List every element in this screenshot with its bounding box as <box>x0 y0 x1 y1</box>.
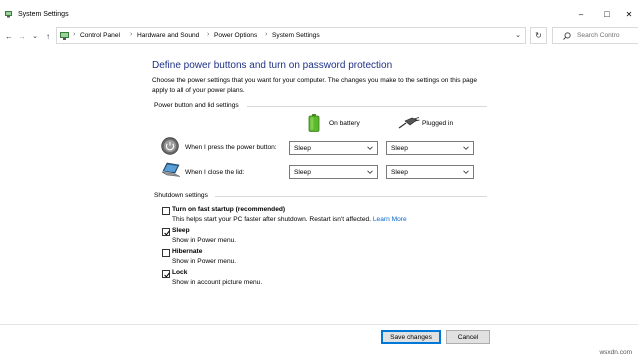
plug-icon <box>398 117 420 129</box>
power-button-on-battery-select[interactable]: Sleep <box>289 141 378 155</box>
search-icon <box>563 32 571 40</box>
chevron-down-icon <box>463 170 469 174</box>
back-button[interactable]: ← <box>3 30 15 42</box>
back-arrow-icon: ← <box>5 31 13 41</box>
checkmark-icon <box>163 230 170 236</box>
chevron-down-icon <box>367 170 373 174</box>
chevron-down-icon <box>463 146 469 150</box>
control-panel-icon <box>60 32 69 40</box>
hibernate-label[interactable]: Hibernate <box>172 248 202 255</box>
on-battery-header: On battery <box>329 120 360 127</box>
refresh-icon: ↻ <box>535 31 542 40</box>
page-description: Choose the power settings that you want … <box>152 77 477 94</box>
address-bar[interactable]: › Control Panel › Hardware and Sound › P… <box>56 27 526 44</box>
fast-startup-description-text: This helps start your PC faster after sh… <box>172 216 372 223</box>
plugged-in-header: Plugged in <box>422 120 454 127</box>
lid-close-plugged-in-select[interactable]: Sleep <box>386 165 474 179</box>
lid-close-on-battery-select[interactable]: Sleep <box>289 165 378 179</box>
fast-startup-description: This helps start your PC faster after sh… <box>172 216 407 223</box>
search-box[interactable]: Search Contro <box>552 27 638 44</box>
breadcrumb-separator: › <box>265 31 268 38</box>
hibernate-description: Show in Power menu. <box>172 258 237 265</box>
select-value: Sleep <box>391 144 408 152</box>
select-value: Sleep <box>391 168 408 176</box>
fast-startup-checkbox[interactable] <box>162 207 170 215</box>
breadcrumb-system-settings[interactable]: System Settings <box>272 32 320 39</box>
refresh-button[interactable]: ↻ <box>530 27 547 44</box>
recent-locations-button[interactable]: ⌄ <box>29 30 41 42</box>
breadcrumb-separator: › <box>207 31 210 38</box>
breadcrumb-separator: › <box>73 31 76 38</box>
chevron-down-icon: ⌄ <box>32 33 38 40</box>
chevron-down-icon <box>367 146 373 150</box>
learn-more-link[interactable]: Learn More <box>373 216 407 223</box>
shutdown-section-label: Shutdown settings <box>154 192 208 199</box>
address-dropdown-icon[interactable]: ⌄ <box>515 31 521 39</box>
window-title: System Settings <box>18 11 69 18</box>
battery-icon <box>308 114 320 132</box>
power-section-label: Power button and lid settings <box>154 102 239 109</box>
footer-divider <box>0 324 638 325</box>
cancel-button[interactable]: Cancel <box>446 330 490 344</box>
search-placeholder: Search Contro <box>577 32 620 39</box>
select-value: Sleep <box>294 144 311 152</box>
sleep-description: Show in Power menu. <box>172 237 237 244</box>
forward-arrow-icon: → <box>18 31 26 41</box>
breadcrumb-hardware-and-sound[interactable]: Hardware and Sound <box>137 32 199 39</box>
minimize-button[interactable]: – <box>572 7 590 21</box>
breadcrumb-control-panel[interactable]: Control Panel <box>80 32 120 39</box>
lock-checkbox[interactable] <box>162 270 170 278</box>
power-button-icon <box>161 137 179 155</box>
maximize-icon: □ <box>604 9 610 19</box>
save-changes-button[interactable]: Save changes <box>381 330 441 344</box>
lock-description: Show in account picture menu. <box>172 279 263 286</box>
breadcrumb-power-options[interactable]: Power Options <box>214 32 257 39</box>
close-icon: ✕ <box>625 9 633 19</box>
system-settings-app-icon <box>5 11 12 18</box>
title-bar <box>0 0 638 26</box>
breadcrumb-separator: › <box>130 31 133 38</box>
sleep-checkbox[interactable] <box>162 228 170 236</box>
laptop-lid-icon <box>161 162 181 177</box>
lid-close-row-label: When I close the lid: <box>185 169 245 176</box>
sleep-label[interactable]: Sleep <box>172 227 190 234</box>
section-divider <box>215 196 487 197</box>
power-button-row-label: When I press the power button: <box>185 144 277 151</box>
checkmark-icon <box>163 272 170 278</box>
fast-startup-label[interactable]: Turn on fast startup (recommended) <box>172 206 285 213</box>
maximize-button[interactable]: □ <box>598 7 616 21</box>
select-value: Sleep <box>294 168 311 176</box>
close-button[interactable]: ✕ <box>620 7 638 21</box>
section-divider <box>247 106 487 107</box>
minimize-icon: – <box>578 9 584 19</box>
forward-button[interactable]: → <box>16 30 28 42</box>
watermark: wsxdn.com <box>599 349 632 356</box>
power-button-plugged-in-select[interactable]: Sleep <box>386 141 474 155</box>
up-arrow-icon: ↑ <box>46 31 50 41</box>
hibernate-checkbox[interactable] <box>162 249 170 257</box>
lock-label[interactable]: Lock <box>172 269 187 276</box>
up-button[interactable]: ↑ <box>42 30 54 42</box>
page-title: Define power buttons and turn on passwor… <box>152 60 393 71</box>
